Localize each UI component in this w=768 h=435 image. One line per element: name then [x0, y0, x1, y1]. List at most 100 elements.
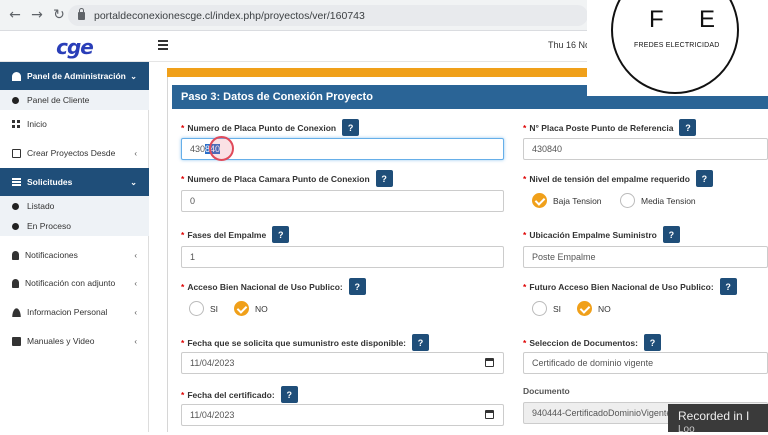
sidebar-item-label: Notificaciones: [25, 250, 78, 260]
sidebar-item-label: Panel de Cliente: [27, 95, 90, 105]
sidebar-item-listado[interactable]: Listado: [0, 196, 149, 216]
fases-label: * Fases del Empalme ?: [181, 226, 290, 243]
address-bar[interactable]: portaldeconexionescge.cl/index.php/proye…: [68, 5, 588, 26]
fecha-certificado-label: * Fecha del certificado: ?: [181, 386, 298, 403]
calendar-icon[interactable]: [485, 410, 494, 419]
book-icon: [12, 336, 21, 346]
chevron-left-icon: ‹: [134, 148, 137, 158]
futuro-si-radio[interactable]: [532, 301, 547, 316]
help-button[interactable]: ?: [272, 226, 290, 243]
list-icon: [12, 177, 21, 187]
help-button[interactable]: ?: [719, 278, 737, 295]
media-tension-label: Media Tension: [641, 196, 696, 206]
bullet-icon: [12, 222, 19, 230]
chevron-down-icon: ⌄: [130, 177, 137, 187]
documento-label: Documento: [523, 386, 570, 396]
acceso-si-label: SI: [210, 304, 219, 314]
sidebar-item-inicio[interactable]: Inicio: [0, 113, 149, 135]
sidebar-item-notificaciones[interactable]: Notificaciones ‹: [0, 244, 149, 266]
sidebar-item-label: Inicio: [27, 119, 47, 129]
calendar-icon[interactable]: [485, 358, 494, 367]
logo-text: cge: [56, 34, 94, 59]
seleccion-docs-label: * Seleccion de Documentos: ?: [523, 334, 661, 351]
sidebar-item-panel-cliente[interactable]: Panel de Cliente: [0, 90, 149, 110]
chevron-left-icon: ‹: [134, 278, 137, 288]
help-button[interactable]: ?: [348, 278, 366, 295]
placa-poste-label: * N° Placa Poste Punto de Referencia ?: [523, 119, 697, 136]
placa-conexion-label: * Numero de Placa Punto de Conexion ?: [181, 119, 360, 136]
forward-arrow-icon[interactable]: →: [26, 7, 48, 23]
media-tension-radio[interactable]: [620, 193, 635, 208]
chevron-left-icon: ‹: [134, 336, 137, 346]
chevron-down-icon: ⌄: [130, 71, 137, 81]
edit-icon: [12, 148, 21, 158]
fecha-solicita-label: * Fecha que se solicita que sumunistro e…: [181, 334, 430, 351]
watermark-letter-e: E: [699, 6, 716, 33]
bell-icon: [12, 278, 19, 288]
help-button[interactable]: ?: [280, 386, 298, 403]
grid-icon: [12, 119, 21, 129]
recording-overlay-sub: Loo: [678, 424, 695, 435]
placa-camara-input[interactable]: 0: [181, 190, 504, 212]
acceso-bien-label: * Acceso Bien Nacional de Uso Publico: ?: [181, 278, 366, 295]
help-button[interactable]: ?: [412, 334, 430, 351]
sidebar-item-label: Panel de Administración: [27, 71, 126, 81]
reload-icon[interactable]: ↻: [48, 7, 70, 23]
acceso-si-radio[interactable]: [189, 301, 204, 316]
bullet-icon: [12, 202, 19, 210]
sidebar-item-en-proceso[interactable]: En Proceso: [0, 216, 149, 236]
fecha-solicita-input[interactable]: 11/04/2023: [181, 352, 504, 374]
sidebar-item-informacion-personal[interactable]: Informacion Personal ‹: [0, 301, 149, 323]
back-arrow-icon[interactable]: ←: [4, 7, 26, 23]
ubicacion-select[interactable]: Poste Empalme: [523, 246, 768, 268]
sidebar-item-crear-proyectos[interactable]: Crear Proyectos Desde ‹: [0, 142, 149, 164]
header-date: Thu 16 No: [548, 40, 591, 50]
sidebar-item-solicitudes[interactable]: Solicitudes ⌄: [0, 168, 149, 196]
sidebar-item-manuales-video[interactable]: Manuales y Video ‹: [0, 330, 149, 352]
help-button[interactable]: ?: [342, 119, 360, 136]
fecha-certificado-input[interactable]: 11/04/2023: [181, 404, 504, 426]
sidebar-item-label: Crear Proyectos Desde: [27, 148, 116, 158]
sidebar-item-label: Solicitudes: [27, 177, 73, 187]
chevron-left-icon: ‹: [134, 307, 137, 317]
help-button[interactable]: ?: [695, 170, 713, 187]
placa-poste-input[interactable]: 430840: [523, 138, 768, 160]
bullet-icon: [12, 96, 19, 104]
user-icon: [12, 307, 21, 317]
lock-icon: [78, 7, 85, 20]
sidebar-item-label: Listado: [27, 201, 55, 211]
acceso-no-radio[interactable]: [234, 301, 249, 316]
sidebar-item-label: En Proceso: [27, 221, 71, 231]
placa-camara-label: * Numero de Placa Camara Punto de Conexi…: [181, 170, 393, 187]
chevron-left-icon: ‹: [134, 250, 137, 260]
futuro-no-radio[interactable]: [577, 301, 592, 316]
watermark-name: FREDES ELECTRICIDAD: [634, 42, 720, 49]
sidebar-item-label: Notificación con adjunto: [25, 278, 116, 288]
sidebar-item-notificacion-adjunto[interactable]: Notificación con adjunto ‹: [0, 272, 149, 294]
futuro-acceso-label: * Futuro Acceso Bien Nacional de Uso Pub…: [523, 278, 737, 295]
sidebar-item-label: Informacion Personal: [27, 307, 108, 317]
sidebar-item-panel-administracion[interactable]: Panel de Administración ⌄: [0, 62, 149, 90]
sidebar-item-label: Manuales y Video: [27, 336, 95, 346]
help-button[interactable]: ?: [375, 170, 393, 187]
futuro-si-label: SI: [553, 304, 562, 314]
seleccion-docs-select[interactable]: Certificado de dominio vigente: [523, 352, 768, 374]
help-button[interactable]: ?: [662, 226, 680, 243]
nivel-tension-label: * Nivel de tensión del empalme requerido…: [523, 170, 713, 187]
help-button[interactable]: ?: [643, 334, 661, 351]
baja-tension-label: Baja Tension: [553, 196, 602, 206]
menu-toggle-icon[interactable]: [158, 40, 168, 52]
click-indicator: [209, 136, 234, 161]
dashboard-icon: [12, 71, 21, 81]
baja-tension-radio[interactable]: [532, 193, 547, 208]
futuro-no-label: NO: [598, 304, 611, 314]
url-text: portaldeconexionescge.cl/index.php/proye…: [94, 9, 365, 22]
fases-input[interactable]: 1: [181, 246, 504, 268]
ubicacion-label: * Ubicación Empalme Suministro ?: [523, 226, 680, 243]
bell-icon: [12, 250, 19, 260]
acceso-no-label: NO: [255, 304, 268, 314]
help-button[interactable]: ?: [679, 119, 697, 136]
watermark-letter-f: F: [649, 6, 664, 33]
logo[interactable]: cge: [0, 31, 149, 62]
sidebar: Panel de Administración ⌄ Panel de Clien…: [0, 62, 149, 432]
